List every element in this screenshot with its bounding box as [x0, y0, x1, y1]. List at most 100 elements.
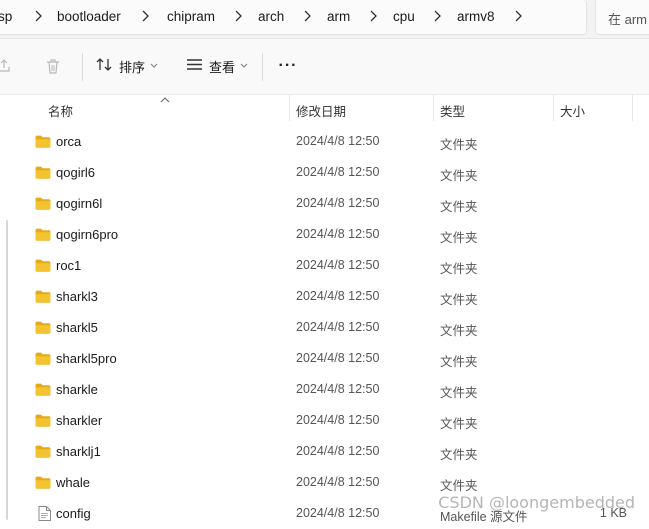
file-modified: 2024/4/8 12:50: [296, 506, 380, 520]
toolbar-divider: [262, 53, 263, 81]
file-type: 文件夹: [440, 138, 478, 152]
sort-ascending-icon: [160, 92, 170, 106]
breadcrumb-item-sp[interactable]: sp: [0, 9, 12, 24]
file-type: 文件夹: [440, 355, 478, 369]
watermark-text: CSDN @loongembedded: [438, 493, 635, 512]
column-type[interactable]: 类型: [440, 101, 465, 120]
file-name: qogirl6: [56, 165, 96, 180]
file-icon: [38, 506, 51, 524]
breadcrumb-item-cpu[interactable]: cpu: [393, 9, 415, 24]
folder-icon: [35, 228, 51, 244]
column-modified[interactable]: 修改日期: [296, 101, 346, 120]
file-name: orca: [56, 134, 82, 149]
file-modified: 2024/4/8 12:50: [296, 382, 380, 396]
scrollbar[interactable]: [6, 220, 8, 520]
view-list-icon: [186, 58, 203, 74]
file-modified: 2024/4/8 12:50: [296, 289, 380, 303]
folder-icon: [35, 383, 51, 399]
file-row[interactable]: sharklj1 2024/4/8 12:50 文件夹: [17, 436, 649, 467]
folder-icon: [35, 445, 51, 461]
command-bar: 排序 查看 ···: [0, 39, 649, 95]
file-row[interactable]: roc1 2024/4/8 12:50 文件夹: [17, 250, 649, 281]
folder-icon: [35, 321, 51, 337]
column-size[interactable]: 大小: [560, 101, 585, 120]
file-row[interactable]: sharkler 2024/4/8 12:50 文件夹: [17, 405, 649, 436]
file-name: qogirn6pro: [56, 227, 119, 242]
folder-icon: [35, 135, 51, 151]
column-divider[interactable]: [289, 95, 290, 121]
file-type: 文件夹: [440, 231, 478, 245]
file-row[interactable]: qogirn6pro 2024/4/8 12:50 文件夹: [17, 219, 649, 250]
breadcrumb-item-arch[interactable]: arch: [258, 9, 284, 24]
column-name[interactable]: 名称: [48, 101, 73, 120]
file-modified: 2024/4/8 12:50: [296, 227, 380, 241]
file-name: sharklj1: [56, 444, 101, 459]
file-modified: 2024/4/8 12:50: [296, 444, 380, 458]
file-name: roc1: [56, 258, 82, 273]
sort-icon: [96, 57, 113, 75]
file-name: qogirn6l: [56, 196, 103, 211]
search-placeholder: 在 arm: [608, 12, 648, 27]
toolbar-divider: [82, 53, 83, 81]
column-divider[interactable]: [553, 95, 554, 121]
column-divider[interactable]: [433, 95, 434, 121]
column-header-row: 名称 修改日期 类型 大小: [0, 95, 649, 121]
file-list: 名称 修改日期 类型 大小 orca 2024/4/8 12:50 文件夹 qogir…: [0, 95, 649, 524]
file-row[interactable]: qogirl6 2024/4/8 12:50 文件夹: [17, 157, 649, 188]
chevron-down-icon: [150, 61, 158, 71]
file-modified: 2024/4/8 12:50: [296, 165, 380, 179]
folder-icon: [35, 414, 51, 430]
file-name: sharkler: [56, 413, 103, 428]
column-divider[interactable]: [632, 95, 633, 121]
chevron-right-icon[interactable]: [34, 10, 42, 22]
address-bar: sp bootloader chipram arch arm cpu armv8…: [0, 0, 649, 39]
file-name: sharkl5pro: [56, 351, 117, 366]
chevron-right-icon[interactable]: [433, 10, 441, 22]
file-modified: 2024/4/8 12:50: [296, 413, 380, 427]
breadcrumb-item-chipram[interactable]: chipram: [167, 9, 215, 24]
file-row[interactable]: sharkl5 2024/4/8 12:50 文件夹: [17, 312, 649, 343]
chevron-right-icon[interactable]: [303, 10, 311, 22]
file-modified: 2024/4/8 12:50: [296, 134, 380, 148]
breadcrumb[interactable]: sp bootloader chipram arch arm cpu armv8: [0, 0, 587, 35]
search-input[interactable]: 在 arm: [595, 0, 649, 35]
file-row[interactable]: sharkle 2024/4/8 12:50 文件夹: [17, 374, 649, 405]
file-row[interactable]: qogirn6l 2024/4/8 12:50 文件夹: [17, 188, 649, 219]
file-modified: 2024/4/8 12:50: [296, 258, 380, 272]
folder-icon: [35, 259, 51, 275]
breadcrumb-item-armv8[interactable]: armv8: [457, 9, 495, 24]
file-type: 文件夹: [440, 386, 478, 400]
file-row[interactable]: sharkl5pro 2024/4/8 12:50 文件夹: [17, 343, 649, 374]
folder-icon: [35, 166, 51, 182]
file-name: sharkle: [56, 382, 98, 397]
file-name: whale: [56, 475, 90, 490]
more-options-button[interactable]: ···: [275, 53, 301, 79]
file-type: 文件夹: [440, 324, 478, 338]
file-type: 文件夹: [440, 448, 478, 462]
file-type: 文件夹: [440, 200, 478, 214]
file-type: 文件夹: [440, 262, 478, 276]
file-name: sharkl3: [56, 289, 98, 304]
view-button[interactable]: 查看: [186, 53, 248, 79]
chevron-right-icon[interactable]: [141, 10, 149, 22]
file-modified: 2024/4/8 12:50: [296, 351, 380, 365]
breadcrumb-item-bootloader[interactable]: bootloader: [57, 9, 121, 24]
file-row[interactable]: orca 2024/4/8 12:50 文件夹: [17, 126, 649, 157]
file-type: 文件夹: [440, 479, 478, 493]
folder-icon: [35, 290, 51, 306]
file-type: 文件夹: [440, 417, 478, 431]
file-row[interactable]: sharkl3 2024/4/8 12:50 文件夹: [17, 281, 649, 312]
view-label: 查看: [209, 59, 236, 75]
delete-icon[interactable]: [45, 53, 61, 79]
sort-label: 排序: [119, 59, 146, 75]
sort-button[interactable]: 排序: [96, 53, 158, 79]
chevron-right-icon[interactable]: [234, 10, 242, 22]
chevron-right-icon[interactable]: [514, 10, 522, 22]
folder-icon: [35, 476, 51, 492]
file-modified: 2024/4/8 12:50: [296, 475, 380, 489]
folder-icon: [35, 197, 51, 213]
breadcrumb-item-arm[interactable]: arm: [327, 9, 350, 24]
file-type: 文件夹: [440, 293, 478, 307]
chevron-right-icon[interactable]: [369, 10, 377, 22]
share-icon[interactable]: [0, 53, 12, 79]
